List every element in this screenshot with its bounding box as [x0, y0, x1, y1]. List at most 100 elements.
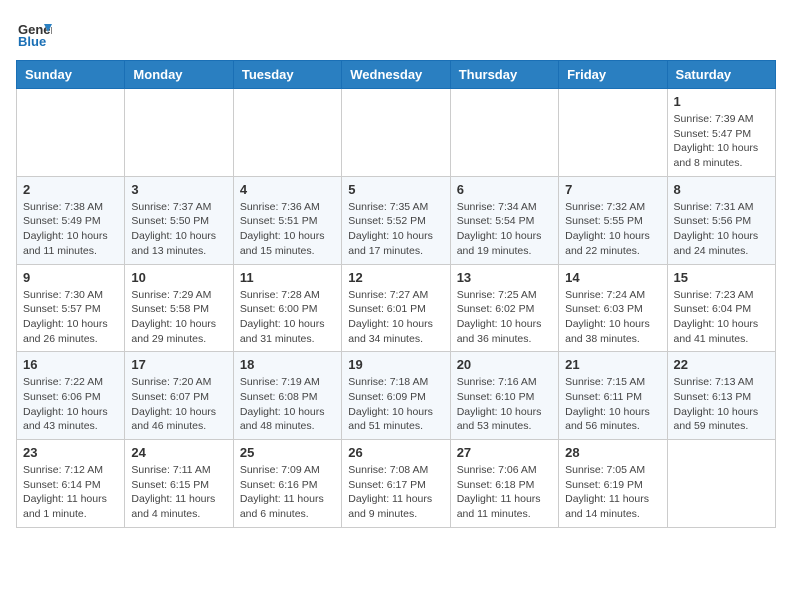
day-number-24: 24 [131, 445, 226, 460]
calendar-cell-w2-d5: 6 Sunrise: 7:34 AM Sunset: 5:54 PM Daylig… [450, 176, 558, 264]
day-number-14: 14 [565, 270, 660, 285]
day-info-10: Sunrise: 7:29 AM Sunset: 5:58 PM Dayligh… [131, 288, 226, 347]
day-info-2: Sunrise: 7:38 AM Sunset: 5:49 PM Dayligh… [23, 200, 118, 259]
day-info-22: Sunrise: 7:13 AM Sunset: 6:13 PM Dayligh… [674, 375, 769, 434]
day-number-1: 1 [674, 94, 769, 109]
day-info-27: Sunrise: 7:06 AM Sunset: 6:18 PM Dayligh… [457, 463, 552, 522]
calendar-cell-w4-d6: 21Sunrise: 7:15 AM Sunset: 6:11 PM Dayli… [559, 352, 667, 440]
day-info-4: Sunrise: 7:36 AM Sunset: 5:51 PM Dayligh… [240, 200, 335, 259]
day-info-16: Sunrise: 7:22 AM Sunset: 6:06 PM Dayligh… [23, 375, 118, 434]
calendar-cell-w5-d1: 23 Sunrise: 7:12 AM Sunset: 6:14 PM Dayli… [17, 440, 125, 528]
day-number-19: 19 [348, 357, 443, 372]
calendar-cell-w5-d3: 25 Sunrise: 7:09 AM Sunset: 6:16 PM Dayli… [233, 440, 341, 528]
day-number-4: 4 [240, 182, 335, 197]
calendar-cell-w2-d6: 7 Sunrise: 7:32 AM Sunset: 5:55 PM Daylig… [559, 176, 667, 264]
day-info-3: Sunrise: 7:37 AM Sunset: 5:50 PM Dayligh… [131, 200, 226, 259]
calendar-cell-w3-d3: 11 Sunrise: 7:28 AM Sunset: 6:00 PM Dayli… [233, 264, 341, 352]
day-info-8: Sunrise: 7:31 AM Sunset: 5:56 PM Dayligh… [674, 200, 769, 259]
day-number-25: 25 [240, 445, 335, 460]
calendar-table: Sunday Monday Tuesday Wednesday Thursday… [16, 60, 776, 528]
day-info-12: Sunrise: 7:27 AM Sunset: 6:01 PM Dayligh… [348, 288, 443, 347]
calendar-cell-w4-d4: 19 Sunrise: 7:18 AM Sunset: 6:09 PM Dayli… [342, 352, 450, 440]
day-info-5: Sunrise: 7:35 AM Sunset: 5:52 PM Dayligh… [348, 200, 443, 259]
day-number-28: 28 [565, 445, 660, 460]
day-number-6: 6 [457, 182, 552, 197]
day-info-28: Sunrise: 7:05 AM Sunset: 6:19 PM Dayligh… [565, 463, 660, 522]
calendar-cell-w3-d4: 12 Sunrise: 7:27 AM Sunset: 6:01 PM Dayli… [342, 264, 450, 352]
calendar-cell-w5-d6: 28 Sunrise: 7:05 AM Sunset: 6:19 PM Dayli… [559, 440, 667, 528]
calendar-cell-w1-d3 [233, 89, 341, 177]
calendar-cell-w1-d2 [125, 89, 233, 177]
day-number-15: 15 [674, 270, 769, 285]
col-saturday: Saturday [667, 61, 775, 89]
calendar-cell-w5-d5: 27 Sunrise: 7:06 AM Sunset: 6:18 PM Dayli… [450, 440, 558, 528]
week-row-5: 23 Sunrise: 7:12 AM Sunset: 6:14 PM Dayli… [17, 440, 776, 528]
week-row-4: 16 Sunrise: 7:22 AM Sunset: 6:06 PM Dayli… [17, 352, 776, 440]
col-thursday: Thursday [450, 61, 558, 89]
calendar-cell-w3-d5: 13Sunrise: 7:25 AM Sunset: 6:02 PM Dayli… [450, 264, 558, 352]
svg-text:Blue: Blue [18, 34, 46, 49]
calendar-cell-w4-d1: 16 Sunrise: 7:22 AM Sunset: 6:06 PM Dayli… [17, 352, 125, 440]
day-info-15: Sunrise: 7:23 AM Sunset: 6:04 PM Dayligh… [674, 288, 769, 347]
day-info-20: Sunrise: 7:16 AM Sunset: 6:10 PM Dayligh… [457, 375, 552, 434]
calendar-cell-w1-d5 [450, 89, 558, 177]
day-info-25: Sunrise: 7:09 AM Sunset: 6:16 PM Dayligh… [240, 463, 335, 522]
week-row-1: 1 Sunrise: 7:39 AM Sunset: 5:47 PM Daylig… [17, 89, 776, 177]
day-info-19: Sunrise: 7:18 AM Sunset: 6:09 PM Dayligh… [348, 375, 443, 434]
logo: General Blue [16, 16, 56, 52]
calendar-cell-w4-d7: 22 Sunrise: 7:13 AM Sunset: 6:13 PM Dayli… [667, 352, 775, 440]
day-info-26: Sunrise: 7:08 AM Sunset: 6:17 PM Dayligh… [348, 463, 443, 522]
day-number-12: 12 [348, 270, 443, 285]
calendar-cell-w4-d3: 18 Sunrise: 7:19 AM Sunset: 6:08 PM Dayli… [233, 352, 341, 440]
week-row-2: 2 Sunrise: 7:38 AM Sunset: 5:49 PM Daylig… [17, 176, 776, 264]
day-number-5: 5 [348, 182, 443, 197]
day-info-23: Sunrise: 7:12 AM Sunset: 6:14 PM Dayligh… [23, 463, 118, 522]
day-info-6: Sunrise: 7:34 AM Sunset: 5:54 PM Dayligh… [457, 200, 552, 259]
page-header: General Blue [16, 16, 776, 52]
calendar-cell-w2-d4: 5 Sunrise: 7:35 AM Sunset: 5:52 PM Daylig… [342, 176, 450, 264]
day-number-10: 10 [131, 270, 226, 285]
day-info-9: Sunrise: 7:30 AM Sunset: 5:57 PM Dayligh… [23, 288, 118, 347]
calendar-cell-w2-d3: 4 Sunrise: 7:36 AM Sunset: 5:51 PM Daylig… [233, 176, 341, 264]
day-number-13: 13 [457, 270, 552, 285]
day-info-14: Sunrise: 7:24 AM Sunset: 6:03 PM Dayligh… [565, 288, 660, 347]
day-number-21: 21 [565, 357, 660, 372]
calendar-cell-w4-d5: 20 Sunrise: 7:16 AM Sunset: 6:10 PM Dayli… [450, 352, 558, 440]
col-wednesday: Wednesday [342, 61, 450, 89]
calendar-cell-w5-d4: 26 Sunrise: 7:08 AM Sunset: 6:17 PM Dayli… [342, 440, 450, 528]
calendar-cell-w3-d2: 10 Sunrise: 7:29 AM Sunset: 5:58 PM Dayli… [125, 264, 233, 352]
day-info-1: Sunrise: 7:39 AM Sunset: 5:47 PM Dayligh… [674, 112, 769, 171]
day-number-17: 17 [131, 357, 226, 372]
day-info-7: Sunrise: 7:32 AM Sunset: 5:55 PM Dayligh… [565, 200, 660, 259]
day-number-11: 11 [240, 270, 335, 285]
day-number-16: 16 [23, 357, 118, 372]
day-number-9: 9 [23, 270, 118, 285]
day-number-18: 18 [240, 357, 335, 372]
day-number-8: 8 [674, 182, 769, 197]
day-number-26: 26 [348, 445, 443, 460]
calendar-cell-w2-d7: 8 Sunrise: 7:31 AM Sunset: 5:56 PM Daylig… [667, 176, 775, 264]
calendar-cell-w3-d6: 14 Sunrise: 7:24 AM Sunset: 6:03 PM Dayli… [559, 264, 667, 352]
day-info-17: Sunrise: 7:20 AM Sunset: 6:07 PM Dayligh… [131, 375, 226, 434]
calendar-cell-w1-d6 [559, 89, 667, 177]
calendar-cell-w2-d1: 2 Sunrise: 7:38 AM Sunset: 5:49 PM Daylig… [17, 176, 125, 264]
calendar-header-row: Sunday Monday Tuesday Wednesday Thursday… [17, 61, 776, 89]
day-number-20: 20 [457, 357, 552, 372]
day-info-11: Sunrise: 7:28 AM Sunset: 6:00 PM Dayligh… [240, 288, 335, 347]
logo-icon: General Blue [16, 16, 52, 52]
day-number-27: 27 [457, 445, 552, 460]
col-sunday: Sunday [17, 61, 125, 89]
day-number-7: 7 [565, 182, 660, 197]
calendar-cell-w1-d1 [17, 89, 125, 177]
calendar-cell-w2-d2: 3 Sunrise: 7:37 AM Sunset: 5:50 PM Daylig… [125, 176, 233, 264]
day-number-3: 3 [131, 182, 226, 197]
day-number-22: 22 [674, 357, 769, 372]
day-number-23: 23 [23, 445, 118, 460]
calendar-cell-w3-d1: 9 Sunrise: 7:30 AM Sunset: 5:57 PM Daylig… [17, 264, 125, 352]
col-monday: Monday [125, 61, 233, 89]
calendar-cell-w1-d7: 1 Sunrise: 7:39 AM Sunset: 5:47 PM Daylig… [667, 89, 775, 177]
day-info-18: Sunrise: 7:19 AM Sunset: 6:08 PM Dayligh… [240, 375, 335, 434]
day-info-24: Sunrise: 7:11 AM Sunset: 6:15 PM Dayligh… [131, 463, 226, 522]
col-tuesday: Tuesday [233, 61, 341, 89]
day-number-2: 2 [23, 182, 118, 197]
